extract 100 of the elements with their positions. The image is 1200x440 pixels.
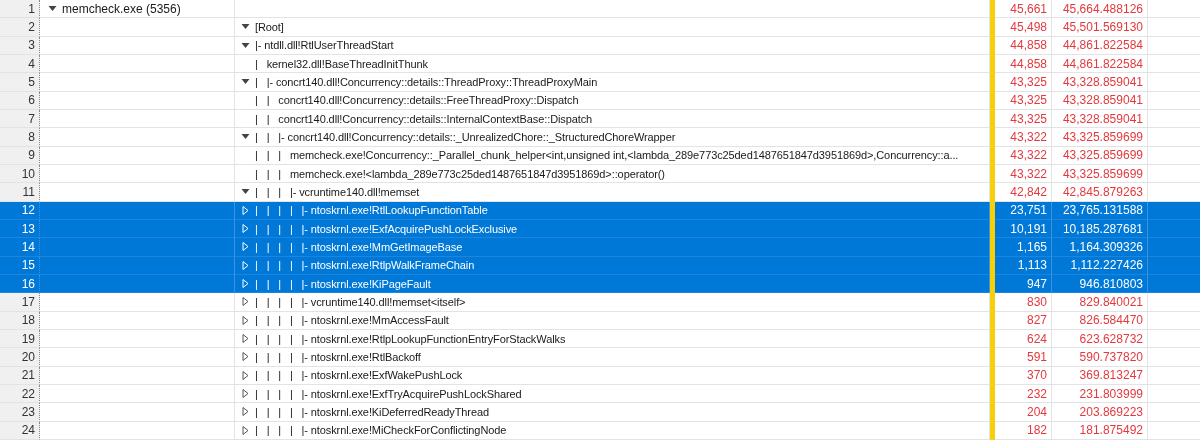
table-row[interactable]: 1 memcheck.exe (5356) 45,661 45,664.488126 — [0, 0, 1200, 19]
expander-icon[interactable] — [241, 352, 250, 362]
count-value: 45,661 — [995, 0, 1052, 19]
table-row[interactable]: 4 | kernel32.dll!BaseThreadInitThunk 44,858 44,861.822584 — [0, 55, 1200, 74]
table-row[interactable]: 14 | | | | |- ntoskrnl.exe!MmGetImageBase 1,165 1,164.309326 — [0, 238, 1200, 257]
row-number: 1 — [0, 0, 40, 19]
count-value: 1,113 — [995, 256, 1052, 275]
stack-frame: | | concrt140.dll!Concurrency::details::InternalContextBase::Dispatch — [255, 112, 593, 125]
table-row[interactable]: 21 | | | | |- ntoskrnl.exe!ExfWakePushLock 370 369.813247 — [0, 366, 1200, 385]
table-row[interactable]: 20 | | | | |- ntoskrnl.exe!RtlBackoff 591 590.737820 — [0, 348, 1200, 367]
count-value: 42,842 — [995, 183, 1052, 202]
expander-icon[interactable] — [241, 334, 250, 344]
stack-frame: | | | memcheck.exe!Concurrency::_Parallel_chunk_helper<int,unsigned int,<lambda_289e773c25ded1487651847d3951869d>,Concurrency::a... — [255, 149, 959, 162]
count-value: 830 — [995, 293, 1052, 312]
expander-icon[interactable] — [48, 4, 57, 14]
weight-value: 43,328.859041 — [1052, 109, 1148, 129]
weight-value: 623.628732 — [1052, 329, 1148, 349]
weight-value: 23,765.131588 — [1052, 201, 1148, 220]
weight-value: 826.584470 — [1052, 311, 1148, 330]
table-row[interactable]: 17 | | | | |- vcruntime140.dll!memset<itself> 830 829.840021 — [0, 293, 1200, 312]
weight-value: 1,112.227426 — [1052, 256, 1148, 275]
weight-value: 946.810803 — [1052, 274, 1148, 294]
stack-frame: | | | | |- ntoskrnl.exe!MmGetImageBase — [255, 240, 463, 253]
table-row[interactable]: 8 | | |- concrt140.dll!Concurrency::details::_UnrealizedChore::_StructuredChoreWrapper 43,322 43,325.859699 — [0, 128, 1200, 147]
weight-value: 181.875492 — [1052, 421, 1148, 440]
stack-frame: | |- concrt140.dll!Concurrency::details::ThreadProxy::ThreadProxyMain — [255, 75, 598, 88]
count-value: 43,325 — [995, 91, 1052, 110]
stack-frame: | | | | |- ntoskrnl.exe!RtlpWalkFrameChain — [255, 259, 475, 272]
count-value: 204 — [995, 403, 1052, 422]
stack-frame: | | | | |- ntoskrnl.exe!RtlLookupFunctionTable — [255, 204, 488, 217]
weight-value: 42,845.879263 — [1052, 183, 1148, 202]
expander-icon[interactable] — [241, 370, 250, 380]
expander-icon[interactable] — [241, 132, 250, 142]
row-number: 11 — [0, 183, 40, 202]
expander-icon[interactable] — [241, 297, 250, 307]
expander-icon[interactable] — [241, 407, 250, 417]
process-name: memcheck.exe (5356) — [62, 1, 181, 16]
stack-frame: | | | | |- ntoskrnl.exe!RtlpLookupFunctionEntryForStackWalks — [255, 332, 566, 345]
count-value: 591 — [995, 348, 1052, 367]
weight-value: 44,861.822584 — [1052, 55, 1148, 74]
stack-frame: | | | | |- ntoskrnl.exe!KiPageFault — [255, 277, 431, 290]
count-value: 827 — [995, 311, 1052, 330]
count-value: 43,322 — [995, 164, 1052, 184]
expander-icon[interactable] — [241, 425, 250, 435]
stack-frame: | | | memcheck.exe!<lambda_289e773c25ded1487651847d3951869d>::operator() — [255, 167, 665, 180]
table-row[interactable]: 9 | | | memcheck.exe!Concurrency::_Parallel_chunk_helper<int,unsigned int,<lambda_289e773c25ded1487651847d3951869d>,Concurrency::a... 43,322 43,325.859699 — [0, 146, 1200, 165]
table-row[interactable]: 22 | | | | |- ntoskrnl.exe!ExfTryAcquirePushLockShared 232 231.803999 — [0, 384, 1200, 404]
row-number: 23 — [0, 403, 40, 422]
count-value: 182 — [995, 421, 1052, 440]
count-value: 232 — [995, 384, 1052, 404]
count-value: 43,325 — [995, 73, 1052, 92]
stack-frame: | | | | |- ntoskrnl.exe!RtlBackoff — [255, 350, 421, 363]
table-row[interactable]: 5 | |- concrt140.dll!Concurrency::details::ThreadProxy::ThreadProxyMain 43,325 43,328.859041 — [0, 73, 1200, 92]
weight-value: 369.813247 — [1052, 366, 1148, 385]
table-row[interactable]: 23 | | | | |- ntoskrnl.exe!KiDeferredReadyThread 204 203.869223 — [0, 403, 1200, 422]
stack-frame: | | | | |- ntoskrnl.exe!ExfAcquirePushLockExclusive — [255, 222, 518, 235]
weight-value: 43,328.859041 — [1052, 73, 1148, 92]
count-value: 23,751 — [995, 201, 1052, 220]
count-value: 624 — [995, 329, 1052, 349]
stack-frame: | | | | |- ntoskrnl.exe!MiCheckForConflictingNode — [255, 424, 507, 437]
weight-value: 45,664.488126 — [1052, 0, 1148, 19]
stack-frame: |- ntdll.dll!RtlUserThreadStart — [255, 39, 394, 52]
table-row[interactable]: 7 | | concrt140.dll!Concurrency::details::InternalContextBase::Dispatch 43,325 43,328.859041 — [0, 109, 1200, 129]
weight-value: 45,501.569130 — [1052, 18, 1148, 37]
stack-frame: | | | | |- vcruntime140.dll!memset<itself> — [255, 295, 466, 308]
table-row[interactable]: 11 | | | |- vcruntime140.dll!memset 42,842 42,845.879263 — [0, 183, 1200, 202]
table-row[interactable]: 10 | | | memcheck.exe!<lambda_289e773c25ded1487651847d3951869d>::operator() 43,322 43,325.859699 — [0, 164, 1200, 184]
expander-icon[interactable] — [241, 315, 250, 325]
count-value: 370 — [995, 366, 1052, 385]
row-number: 17 — [0, 293, 40, 312]
count-value: 44,858 — [995, 55, 1052, 74]
expander-icon[interactable] — [241, 187, 250, 197]
stack-frame: | | | | |- ntoskrnl.exe!ExfWakePushLock — [255, 369, 463, 382]
count-value: 1,165 — [995, 238, 1052, 257]
table-row[interactable]: 24 | | | | |- ntoskrnl.exe!MiCheckForConflictingNode 182 181.875492 — [0, 421, 1200, 440]
count-value: 45,498 — [995, 18, 1052, 37]
stack-frame: | | | | |- ntoskrnl.exe!MmAccessFault — [255, 314, 449, 327]
count-value: 43,322 — [995, 146, 1052, 165]
stack-frame: | | | | |- ntoskrnl.exe!ExfTryAcquirePushLockShared — [255, 387, 522, 400]
row-number: 8 — [0, 128, 40, 147]
table-row[interactable]: 19 | | | | |- ntoskrnl.exe!RtlpLookupFunctionEntryForStackWalks 624 623.628732 — [0, 329, 1200, 349]
table-row[interactable]: 2 [Root] 45,498 45,501.569130 — [0, 18, 1200, 37]
row-number: 14 — [0, 238, 40, 257]
table-row[interactable]: 3 |- ntdll.dll!RtlUserThreadStart 44,858 44,861.822584 — [0, 36, 1200, 55]
expander-icon[interactable] — [241, 389, 250, 399]
weight-value: 829.840021 — [1052, 293, 1148, 312]
stack-frame: | | concrt140.dll!Concurrency::details::FreeThreadProxy::Dispatch — [255, 94, 579, 107]
expander-icon[interactable] — [241, 22, 250, 32]
table-row[interactable]: 6 | | concrt140.dll!Concurrency::details::FreeThreadProxy::Dispatch 43,325 43,328.859041 — [0, 91, 1200, 110]
count-value: 43,322 — [995, 128, 1052, 147]
stack-frame: | | | | |- ntoskrnl.exe!KiDeferredReadyThread — [255, 405, 489, 418]
expander-icon[interactable] — [241, 77, 250, 87]
count-value: 44,858 — [995, 36, 1052, 55]
table-row[interactable]: 18 | | | | |- ntoskrnl.exe!MmAccessFault 827 826.584470 — [0, 311, 1200, 330]
row-number: 20 — [0, 348, 40, 367]
row-number: 5 — [0, 73, 40, 92]
stack-frame: | kernel32.dll!BaseThreadInitThunk — [255, 57, 428, 70]
stack-frame: | | |- concrt140.dll!Concurrency::details::_UnrealizedChore::_StructuredChoreWrapper — [255, 130, 676, 143]
expander-icon[interactable] — [241, 40, 250, 50]
count-value: 947 — [995, 274, 1052, 294]
